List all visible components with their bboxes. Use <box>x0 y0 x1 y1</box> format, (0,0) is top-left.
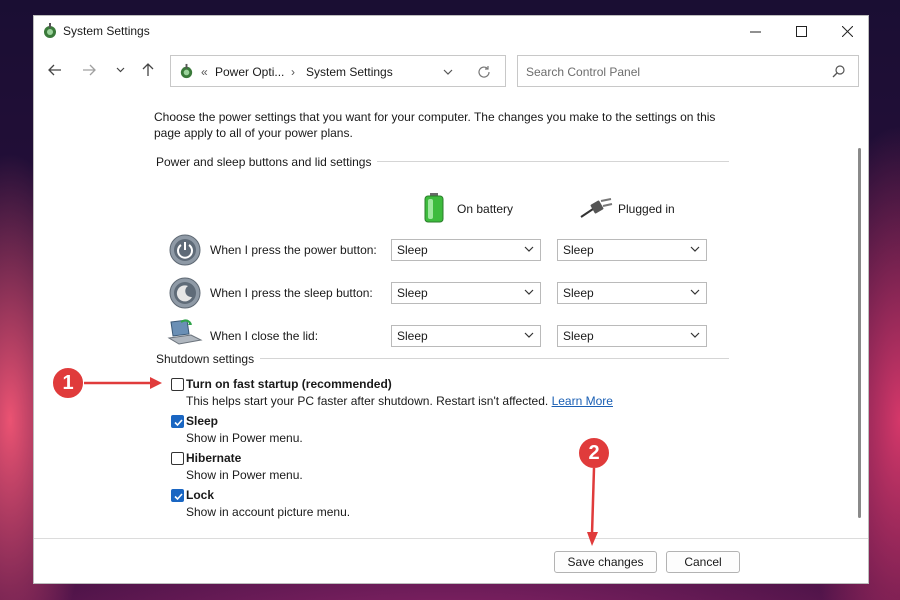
power-button-label: When I press the power button: <box>210 243 377 257</box>
power-button-plugged-select[interactable]: Sleep <box>557 239 707 261</box>
power-options-app-icon <box>44 23 56 38</box>
close-lid-plugged-select[interactable]: Sleep <box>557 325 707 347</box>
vertical-scrollbar[interactable] <box>852 100 868 540</box>
search-placeholder: Search Control Panel <box>526 65 641 79</box>
sleep-button-label: When I press the sleep button: <box>210 286 373 300</box>
power-section-title: Power and sleep buttons and lid settings <box>156 155 378 169</box>
chevron-down-icon <box>524 289 534 295</box>
fast-startup-desc-text: This helps start your PC faster after sh… <box>186 394 549 408</box>
annotation-2-badge: 2 <box>577 436 611 470</box>
fast-startup-description: This helps start your PC faster after sh… <box>186 394 613 408</box>
sleep-button-icon <box>169 277 201 309</box>
learn-more-link[interactable]: Learn More <box>552 394 613 408</box>
chevron-down-icon <box>690 332 700 338</box>
power-button-icon <box>169 234 201 266</box>
chevron-down-icon <box>690 289 700 295</box>
power-plug-icon <box>580 198 613 218</box>
arrow-right-icon <box>83 64 96 76</box>
maximize-button[interactable] <box>778 16 824 46</box>
chevron-down-icon <box>524 332 534 338</box>
minimize-icon <box>749 31 761 32</box>
chevron-down-icon <box>116 67 124 73</box>
search-box[interactable]: Search Control Panel <box>517 55 859 87</box>
hibernate-option-label[interactable]: Hibernate <box>186 451 241 465</box>
close-lid-label: When I close the lid: <box>210 329 319 343</box>
sleep-option-description: Show in Power menu. <box>186 431 303 445</box>
breadcrumb-separator[interactable]: › <box>291 65 295 79</box>
power-button-battery-value: Sleep <box>397 243 428 257</box>
minimize-button[interactable] <box>732 16 778 46</box>
search-icon[interactable] <box>832 64 846 78</box>
laptop-lid-icon <box>167 319 203 345</box>
annotation-1-arrow <box>84 377 162 389</box>
system-settings-window: System Settings « Power Opti... › System… <box>33 15 869 584</box>
cancel-button[interactable]: Cancel <box>666 551 740 573</box>
close-lid-battery-select[interactable]: Sleep <box>391 325 541 347</box>
settings-content: Choose the power settings that you want … <box>34 100 868 540</box>
close-lid-plugged-value: Sleep <box>563 329 594 343</box>
sleep-button-battery-value: Sleep <box>397 286 428 300</box>
power-options-icon <box>180 63 193 79</box>
refresh-icon[interactable] <box>477 65 491 79</box>
plugged-in-header: Plugged in <box>618 202 675 216</box>
footer-bar: Save changes Cancel <box>34 538 868 583</box>
close-button[interactable] <box>824 16 870 46</box>
annotation-1-badge: 1 <box>51 366 85 400</box>
forward-button[interactable] <box>78 59 100 81</box>
sleep-button-plugged-select[interactable]: Sleep <box>557 282 707 304</box>
address-dropdown-chevron-icon[interactable] <box>443 69 453 75</box>
lock-checkbox[interactable] <box>171 489 184 502</box>
address-bar[interactable]: « Power Opti... › System Settings <box>170 55 506 87</box>
intro-text: Choose the power settings that you want … <box>154 110 716 140</box>
close-lid-battery-value: Sleep <box>397 329 428 343</box>
fast-startup-label[interactable]: Turn on fast startup (recommended) <box>186 377 392 391</box>
back-button[interactable] <box>44 59 66 81</box>
power-button-plugged-value: Sleep <box>563 243 594 257</box>
up-button[interactable] <box>137 59 159 81</box>
lock-option-description: Show in account picture menu. <box>186 505 351 519</box>
close-icon <box>841 25 853 37</box>
arrow-up-icon <box>142 63 154 76</box>
on-battery-header: On battery <box>457 202 514 216</box>
sleep-option-label[interactable]: Sleep <box>186 414 218 428</box>
shutdown-section-title: Shutdown settings <box>156 352 261 366</box>
title-bar: System Settings <box>34 16 868 46</box>
arrow-left-icon <box>48 64 61 76</box>
window-title: System Settings <box>63 24 150 38</box>
checkmark-icon <box>174 493 183 501</box>
chevron-down-icon <box>524 246 534 252</box>
breadcrumb-power-options[interactable]: Power Opti... <box>215 65 284 79</box>
hibernate-checkbox[interactable] <box>171 452 184 465</box>
navigation-bar: « Power Opti... › System Settings Search… <box>34 54 868 92</box>
sleep-button-battery-select[interactable]: Sleep <box>391 282 541 304</box>
sleep-button-plugged-value: Sleep <box>563 286 594 300</box>
recent-locations-button[interactable] <box>109 59 131 81</box>
save-changes-button[interactable]: Save changes <box>554 551 657 573</box>
lock-option-label[interactable]: Lock <box>186 488 214 502</box>
maximize-icon <box>795 25 807 37</box>
power-button-battery-select[interactable]: Sleep <box>391 239 541 261</box>
chevron-down-icon <box>690 246 700 252</box>
breadcrumb-overflow[interactable]: « <box>201 65 208 79</box>
scrollbar-thumb[interactable] <box>858 148 861 518</box>
annotation-2-arrow <box>587 468 598 546</box>
checkmark-icon <box>174 419 183 427</box>
breadcrumb-system-settings[interactable]: System Settings <box>306 65 393 79</box>
hibernate-option-description: Show in Power menu. <box>186 468 303 482</box>
fast-startup-checkbox[interactable] <box>171 378 184 391</box>
battery-icon <box>424 193 444 223</box>
sleep-checkbox[interactable] <box>171 415 184 428</box>
